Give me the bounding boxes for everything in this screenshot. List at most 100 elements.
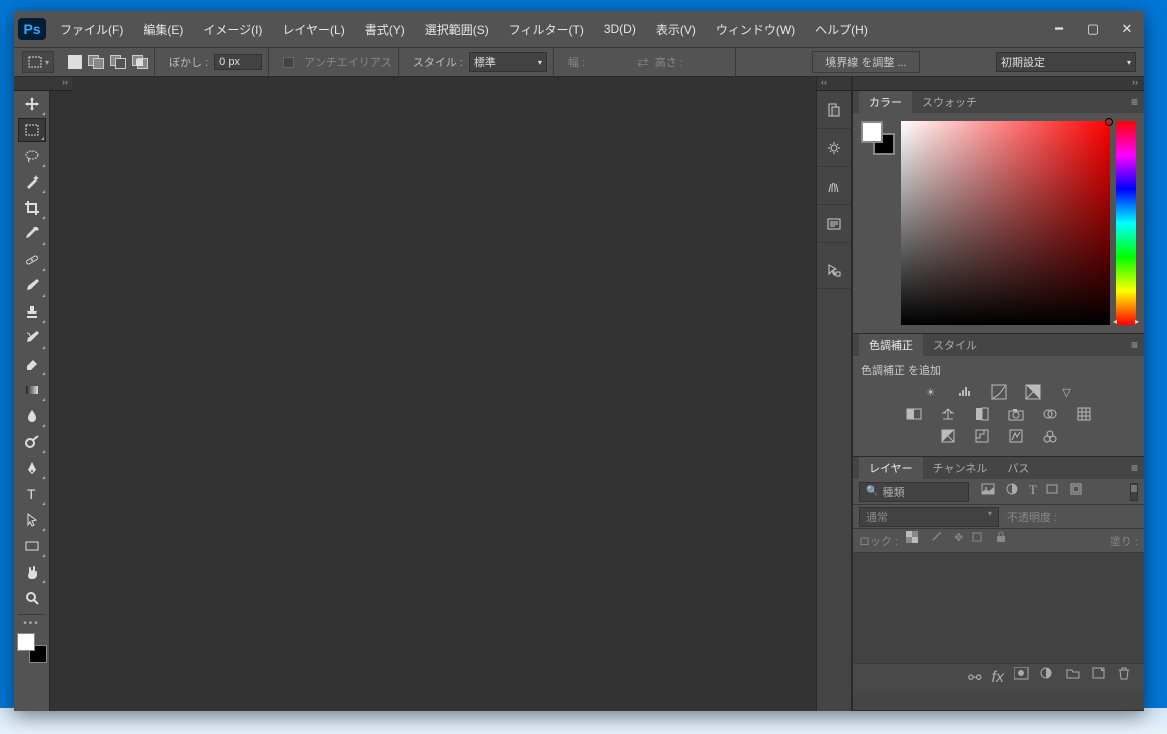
- adjustments-panel-menu[interactable]: ≡: [1131, 338, 1138, 352]
- adj-color-lookup-icon[interactable]: [1074, 406, 1094, 422]
- layers-panel-menu[interactable]: ≡: [1131, 461, 1138, 475]
- filter-shape-icon[interactable]: [1045, 482, 1061, 501]
- layer-fx-icon[interactable]: fx: [992, 669, 1004, 687]
- taskbar-app-2[interactable]: [578, 708, 808, 734]
- menu-view[interactable]: 表示(V): [646, 11, 706, 47]
- dock-properties-icon[interactable]: [817, 129, 851, 167]
- tab-color[interactable]: カラー: [859, 91, 912, 113]
- menu-image[interactable]: イメージ(I): [193, 11, 272, 47]
- tool-hand[interactable]: [18, 560, 46, 584]
- adj-levels-icon[interactable]: [955, 384, 975, 400]
- tool-eyedropper[interactable]: [18, 222, 46, 246]
- select-intersect-icon[interactable]: [132, 55, 148, 69]
- layer-list[interactable]: [853, 553, 1144, 663]
- feather-input[interactable]: 0 px: [214, 54, 262, 70]
- tab-swatches[interactable]: スウォッチ: [912, 91, 987, 113]
- adj-bw-icon[interactable]: [972, 406, 992, 422]
- adj-selective-color-icon[interactable]: [1040, 428, 1060, 444]
- color-fg-bg-swatch[interactable]: [17, 633, 47, 663]
- tab-paths[interactable]: パス: [997, 457, 1039, 479]
- menu-3d[interactable]: 3D(D): [594, 11, 646, 47]
- menu-filter[interactable]: フィルター(T): [499, 11, 594, 47]
- tool-pen[interactable]: [18, 456, 46, 480]
- tool-blur[interactable]: [18, 404, 46, 428]
- filter-text-icon[interactable]: T: [1029, 482, 1037, 501]
- layer-filter-select[interactable]: 🔍種類: [859, 482, 969, 502]
- tool-move[interactable]: [18, 92, 46, 116]
- adj-exposure-icon[interactable]: [1023, 384, 1043, 400]
- color-field[interactable]: [901, 121, 1110, 325]
- color-panel-fgbg[interactable]: [861, 121, 895, 155]
- adj-threshold-icon[interactable]: [1006, 428, 1026, 444]
- tab-adjustments[interactable]: 色調補正: [859, 334, 923, 356]
- tool-eraser[interactable]: [18, 352, 46, 376]
- fg-color-swatch[interactable]: [17, 633, 35, 651]
- minimize-button[interactable]: ━: [1042, 16, 1076, 42]
- panels-expand-button[interactable]: ››: [853, 77, 1144, 91]
- new-adjustment-icon[interactable]: [1040, 667, 1056, 688]
- tool-clone[interactable]: [18, 300, 46, 324]
- menu-help[interactable]: ヘルプ(H): [805, 11, 878, 47]
- tool-crop[interactable]: [18, 196, 46, 220]
- filter-smart-icon[interactable]: [1069, 482, 1085, 501]
- tab-styles[interactable]: スタイル: [923, 334, 987, 356]
- tool-path-select[interactable]: [18, 508, 46, 532]
- adj-brightness-icon[interactable]: ☀: [921, 384, 941, 400]
- tool-gradient[interactable]: [18, 378, 46, 402]
- tool-history-brush[interactable]: [18, 326, 46, 350]
- canvas-area[interactable]: [50, 77, 816, 711]
- menu-file[interactable]: ファイル(F): [50, 11, 133, 47]
- adj-photo-filter-icon[interactable]: [1006, 406, 1026, 422]
- adj-curves-icon[interactable]: [989, 384, 1009, 400]
- tool-shape[interactable]: [18, 534, 46, 558]
- select-add-icon[interactable]: [88, 55, 104, 69]
- menu-select[interactable]: 選択範囲(S): [415, 11, 499, 47]
- adj-invert-icon[interactable]: [938, 428, 958, 444]
- menu-edit[interactable]: 編集(E): [133, 11, 193, 47]
- filter-toggle[interactable]: [1130, 483, 1138, 501]
- select-subtract-icon[interactable]: [110, 55, 126, 69]
- menu-layer[interactable]: レイヤー(L): [272, 11, 354, 47]
- tool-edit-toolbar[interactable]: •••: [14, 618, 49, 629]
- filter-adjust-icon[interactable]: [1005, 482, 1021, 501]
- dock-expand-button[interactable]: ‹‹: [817, 77, 851, 91]
- tool-dodge[interactable]: [18, 430, 46, 454]
- maximize-button[interactable]: ▢: [1076, 16, 1110, 42]
- dock-brushes-icon[interactable]: [817, 167, 851, 205]
- hue-slider[interactable]: ◂▸: [1116, 121, 1136, 325]
- adj-hue-icon[interactable]: [904, 406, 924, 422]
- link-layers-icon[interactable]: ⚯: [968, 668, 981, 688]
- tool-marquee[interactable]: [18, 118, 46, 142]
- tab-channels[interactable]: チャンネル: [923, 457, 998, 479]
- select-new-icon[interactable]: [68, 55, 82, 69]
- tool-healing[interactable]: [18, 248, 46, 272]
- adj-vibrance-icon[interactable]: ▽: [1057, 384, 1077, 400]
- new-layer-icon[interactable]: [1092, 667, 1108, 688]
- left-tools-expand[interactable]: ››: [14, 77, 72, 91]
- adj-channel-mixer-icon[interactable]: [1040, 406, 1060, 422]
- tab-layers[interactable]: レイヤー: [859, 457, 923, 479]
- tool-text[interactable]: T: [18, 482, 46, 506]
- layer-mask-icon[interactable]: [1014, 667, 1030, 688]
- current-tool-indicator[interactable]: ▾: [22, 51, 54, 73]
- panel-fg-swatch[interactable]: [861, 121, 883, 143]
- dock-paragraph-icon[interactable]: [817, 205, 851, 243]
- close-button[interactable]: ✕: [1110, 16, 1144, 42]
- workspace-select[interactable]: 初期設定▾: [996, 52, 1136, 72]
- tool-lasso[interactable]: [18, 144, 46, 168]
- dock-navigator-icon[interactable]: [817, 251, 851, 289]
- color-panel-menu[interactable]: ≡: [1131, 95, 1138, 109]
- tool-quick-select[interactable]: [18, 170, 46, 194]
- menu-type[interactable]: 書式(Y): [355, 11, 415, 47]
- adj-color-balance-icon[interactable]: [938, 406, 958, 422]
- delete-layer-icon[interactable]: [1118, 667, 1134, 688]
- adj-posterize-icon[interactable]: [972, 428, 992, 444]
- menu-window[interactable]: ウィンドウ(W): [706, 11, 805, 47]
- taskbar-app-1[interactable]: [318, 708, 548, 734]
- dock-history-icon[interactable]: [817, 91, 851, 129]
- tool-brush[interactable]: [18, 274, 46, 298]
- style-select[interactable]: 標準▾: [469, 52, 547, 72]
- refine-edge-button[interactable]: 境界線 を調整 ...: [812, 51, 919, 73]
- tool-zoom[interactable]: [18, 586, 46, 610]
- filter-pixel-icon[interactable]: [981, 482, 997, 501]
